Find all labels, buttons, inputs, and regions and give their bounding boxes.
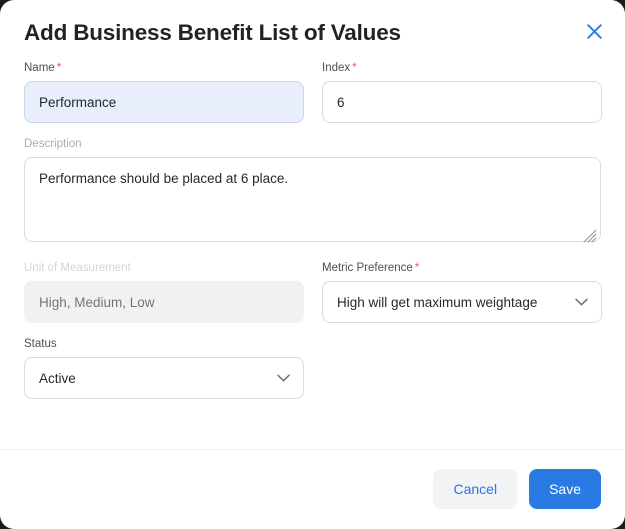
row-name-index: Name* Index* xyxy=(24,61,602,124)
close-icon xyxy=(586,23,603,40)
name-label-text: Name xyxy=(24,62,55,75)
status-label: Status xyxy=(24,338,57,351)
metric-preference-value: High will get maximum weightage xyxy=(337,294,538,310)
row-description: Description Performance should be placed… xyxy=(24,137,601,247)
save-button[interactable]: Save xyxy=(529,469,601,509)
field-group-unit-of-measurement: Unit of Measurement xyxy=(24,261,304,324)
dialog-header: Add Business Benefit List of Values xyxy=(0,0,625,47)
page-title: Add Business Benefit List of Values xyxy=(24,20,401,45)
dialog-body: Name* Index* Description Performance sho… xyxy=(0,47,625,449)
row-unit-metric: Unit of Measurement Metric Preference* H… xyxy=(24,261,602,324)
field-group-status: Status Active xyxy=(24,337,304,399)
field-group-metric-preference: Metric Preference * High will get maximum… xyxy=(322,261,602,324)
description-label: Description xyxy=(24,138,82,151)
close-button[interactable] xyxy=(581,18,607,44)
field-group-name: Name * xyxy=(24,61,304,124)
name-input[interactable] xyxy=(24,81,304,124)
index-label-text: Index xyxy=(322,62,351,75)
unit-of-measurement-input xyxy=(24,281,304,324)
row-status: Status Active xyxy=(24,337,601,399)
metric-preference-wrapper: High will get maximum weightage xyxy=(322,281,602,324)
description-wrapper: Performance should be placed at 6 place. xyxy=(24,157,601,247)
dialog-footer: Cancel Save xyxy=(0,449,625,529)
add-business-benefit-dialog: Add Business Benefit List of Values Name… xyxy=(0,0,625,529)
name-required-marker: * xyxy=(56,62,62,75)
description-textarea[interactable]: Performance should be placed at 6 place. xyxy=(24,157,601,243)
field-group-index: Index * xyxy=(322,61,602,124)
cancel-button[interactable]: Cancel xyxy=(433,469,518,509)
metric-preference-label: Metric Preference * xyxy=(322,261,602,276)
status-value: Active xyxy=(39,370,76,386)
status-select[interactable]: Active xyxy=(24,357,304,399)
metric-preference-required-marker: * xyxy=(414,262,420,275)
metric-preference-label-text: Metric Preference xyxy=(322,262,413,275)
status-wrapper: Active xyxy=(24,357,304,399)
metric-preference-select[interactable]: High will get maximum weightage xyxy=(322,281,602,324)
index-required-marker: * xyxy=(352,62,357,75)
index-input[interactable] xyxy=(322,81,602,124)
name-label: Name * xyxy=(24,61,304,76)
index-label: Index * xyxy=(322,61,602,76)
unit-of-measurement-label: Unit of Measurement xyxy=(24,262,131,275)
field-group-description: Description Performance should be placed… xyxy=(24,137,601,247)
